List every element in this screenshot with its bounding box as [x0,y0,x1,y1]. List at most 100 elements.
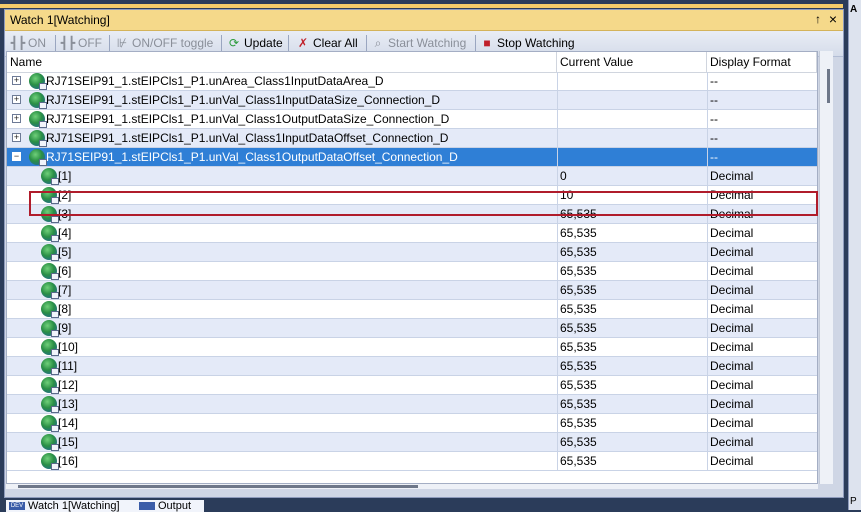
table-row[interactable]: [13] 65,535 Decimal [7,395,817,414]
on-button[interactable]: ┫┣ ON [10,35,46,51]
off-button[interactable]: ┫┣ OFF [60,35,102,51]
table-row[interactable]: [9] 65,535 Decimal [7,319,817,338]
current-value-cell[interactable]: 10 [557,186,707,204]
top-strip [0,0,861,8]
table-row[interactable]: + RJ71SEIP91_1.stEIPCls1_P1.unArea_Class1… [7,72,817,91]
display-format-cell[interactable]: Decimal [707,376,817,394]
table-row[interactable]: [4] 65,535 Decimal [7,224,817,243]
current-value-cell[interactable]: 65,535 [557,243,707,261]
current-value-cell[interactable]: 65,535 [557,395,707,413]
table-row[interactable]: [1] 0 Decimal [7,167,817,186]
current-value-cell[interactable]: 65,535 [557,376,707,394]
start-watching-button[interactable]: ⌕ Start Watching [370,35,467,51]
name-cell: [4] [7,224,557,242]
current-value-cell[interactable]: 65,535 [557,338,707,356]
display-format-cell[interactable]: -- [707,72,817,90]
display-format-cell[interactable]: Decimal [707,300,817,318]
current-value-cell[interactable]: 65,535 [557,414,707,432]
name-cell: [16] [7,452,557,470]
display-format-cell[interactable]: Decimal [707,186,817,204]
expand-toggle-icon[interactable]: − [12,152,21,161]
expand-toggle-icon[interactable]: + [12,95,21,104]
name-cell: [1] [7,167,557,185]
table-row[interactable]: + RJ71SEIP91_1.stEIPCls1_P1.unVal_Class1I… [7,91,817,110]
display-format-cell[interactable]: Decimal [707,357,817,375]
current-value-cell[interactable]: 65,535 [557,224,707,242]
name-cell: [3] [7,205,557,223]
horizontal-scroll-thumb[interactable] [18,485,418,488]
display-format-cell[interactable]: -- [707,91,817,109]
column-header-name[interactable]: Name [7,52,557,72]
table-row[interactable]: [10] 65,535 Decimal [7,338,817,357]
display-format-cell[interactable]: Decimal [707,433,817,451]
device-name: [5] [58,245,72,259]
expand-toggle-icon[interactable]: + [12,76,21,85]
vertical-scroll-thumb[interactable] [827,69,830,103]
table-row[interactable]: [11] 65,535 Decimal [7,357,817,376]
current-value-cell[interactable]: 65,535 [557,281,707,299]
current-value-cell[interactable] [557,91,707,109]
current-value-cell[interactable]: 65,535 [557,300,707,318]
display-format-cell[interactable]: Decimal [707,338,817,356]
display-format-cell[interactable]: Decimal [707,414,817,432]
display-format-cell[interactable]: Decimal [707,262,817,280]
tab-output[interactable]: Output [136,500,204,512]
column-header-current-value[interactable]: Current Value [557,52,707,72]
table-row[interactable]: [14] 65,535 Decimal [7,414,817,433]
display-format-cell[interactable]: -- [707,129,817,147]
table-row[interactable]: [6] 65,535 Decimal [7,262,817,281]
table-row[interactable]: − RJ71SEIP91_1.stEIPCls1_P1.unVal_Class1O… [7,148,817,167]
table-row[interactable]: [12] 65,535 Decimal [7,376,817,395]
tab-watch-1[interactable]: DEV Watch 1[Watching] [6,500,138,512]
horizontal-scrollbar[interactable] [6,484,818,489]
display-format-cell[interactable]: -- [707,148,817,166]
current-value-cell[interactable]: 65,535 [557,205,707,223]
table-row[interactable]: + RJ71SEIP91_1.stEIPCls1_P1.unVal_Class1O… [7,110,817,129]
device-name: [11] [58,359,78,373]
display-format-cell[interactable]: Decimal [707,452,817,470]
current-value-cell[interactable] [557,129,707,147]
device-globe-icon [41,168,59,185]
expand-toggle-icon[interactable]: + [12,114,21,123]
current-value-cell[interactable]: 65,535 [557,452,707,470]
current-value-cell[interactable]: 65,535 [557,319,707,337]
display-format-cell[interactable]: Decimal [707,243,817,261]
current-value-cell[interactable]: 65,535 [557,262,707,280]
device-name: [10] [58,340,79,354]
device-globe-icon [41,301,59,318]
current-value-cell[interactable]: 0 [557,167,707,185]
clear-label: Clear All [313,36,358,50]
display-format-cell[interactable]: -- [707,110,817,128]
display-format-cell[interactable]: Decimal [707,205,817,223]
display-format-cell[interactable]: Decimal [707,281,817,299]
column-header-display-format[interactable]: Display Format [707,52,817,72]
update-button[interactable]: ⟳ Update [226,35,283,51]
close-icon[interactable]: × [829,11,837,27]
display-format-cell[interactable]: Decimal [707,395,817,413]
table-row[interactable]: [5] 65,535 Decimal [7,243,817,262]
device-name: [16] [58,454,79,468]
display-format-cell[interactable]: Decimal [707,167,817,185]
table-row[interactable]: [7] 65,535 Decimal [7,281,817,300]
onoff-toggle-button[interactable]: ⊮ ON/OFF toggle [114,35,214,51]
stop-watching-button[interactable]: ■ Stop Watching [479,35,574,51]
table-row[interactable]: [8] 65,535 Decimal [7,300,817,319]
on-label: ON [28,36,46,50]
pin-icon[interactable]: ↑ [815,12,821,26]
table-row[interactable]: + RJ71SEIP91_1.stEIPCls1_P1.unVal_Class1I… [7,129,817,148]
current-value-cell[interactable] [557,72,707,90]
display-format-cell[interactable]: Decimal [707,224,817,242]
table-row[interactable]: [2] 10 Decimal [7,186,817,205]
display-format-cell[interactable]: Decimal [707,319,817,337]
current-value-cell[interactable]: 65,535 [557,357,707,375]
toolbar-divider [475,35,476,52]
current-value-cell[interactable] [557,148,707,166]
clear-all-button[interactable]: ✗ Clear All [295,35,358,51]
table-row[interactable]: [15] 65,535 Decimal [7,433,817,452]
current-value-cell[interactable]: 65,535 [557,433,707,451]
expand-toggle-icon[interactable]: + [12,133,21,142]
table-row[interactable]: [16] 65,535 Decimal [7,452,817,471]
table-row[interactable]: [3] 65,535 Decimal [7,205,817,224]
current-value-cell[interactable] [557,110,707,128]
vertical-scrollbar[interactable] [819,51,833,484]
